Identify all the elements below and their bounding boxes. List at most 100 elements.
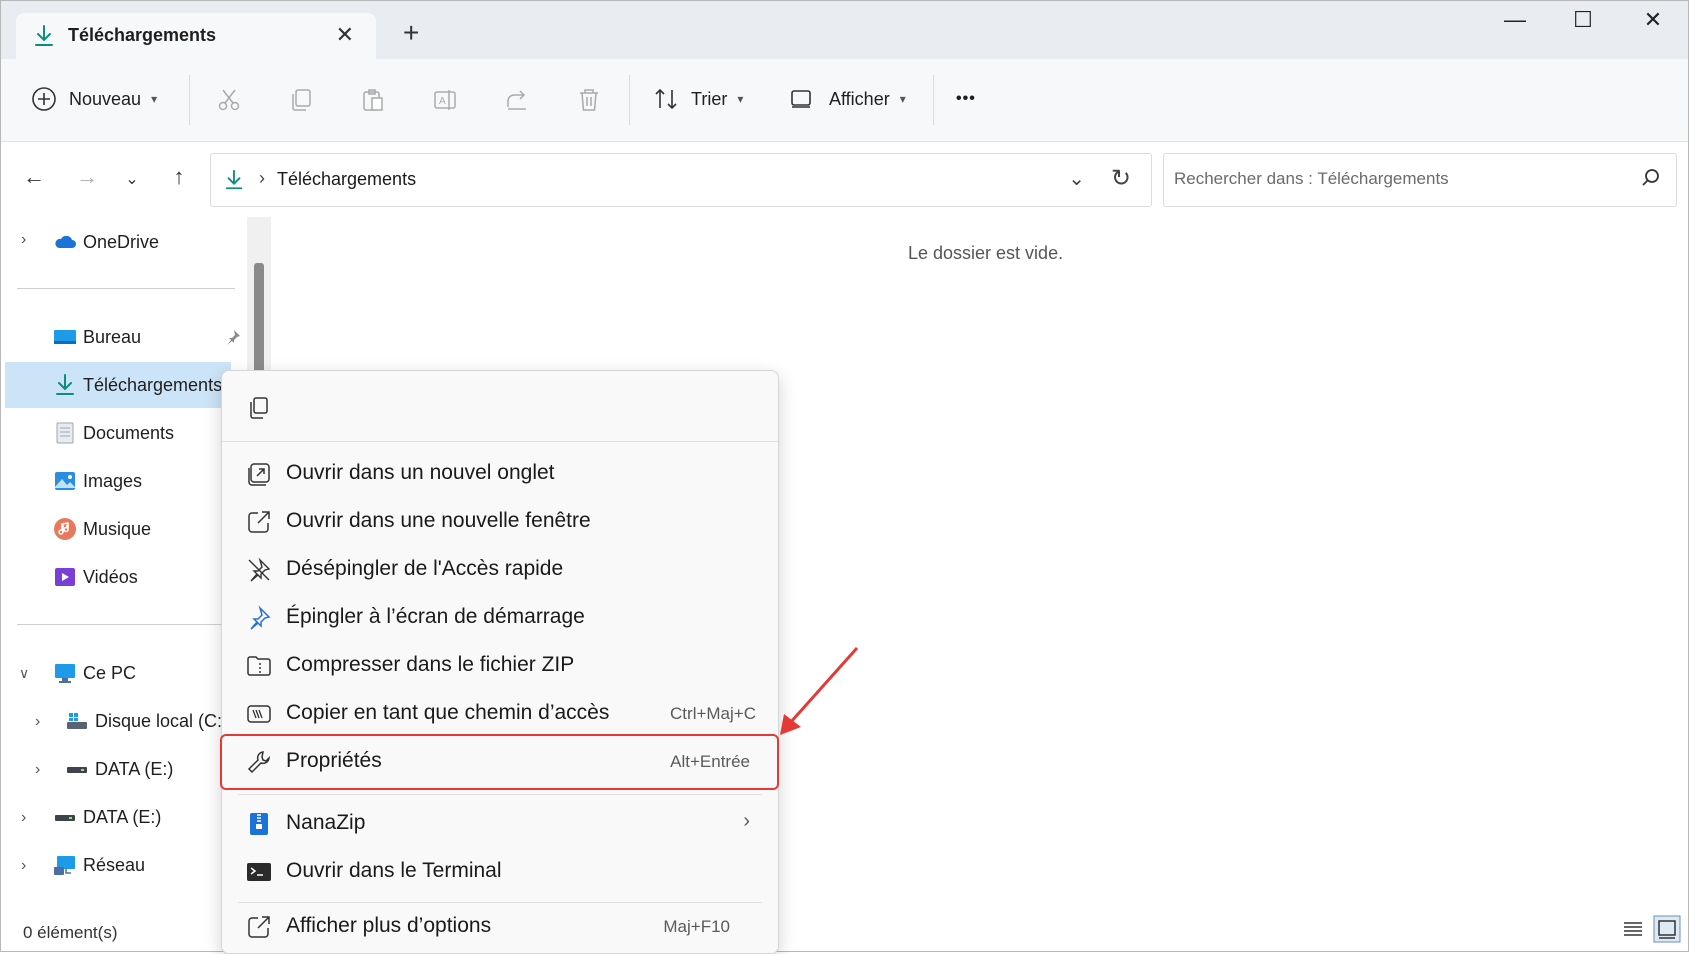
sidebar-item-label: DATA (E:) bbox=[95, 758, 174, 779]
menu-item-open-terminal[interactable]: Ouvrir dans le Terminal bbox=[222, 848, 778, 894]
menu-item-compress-zip[interactable]: Compresser dans le fichier ZIP bbox=[222, 642, 778, 688]
menu-divider bbox=[238, 794, 762, 795]
close-window-button[interactable]: ✕ bbox=[1633, 7, 1673, 33]
cut-icon[interactable] bbox=[216, 87, 242, 113]
menu-item-unpin-quick-access[interactable]: Désépingler de l'Accès rapide bbox=[222, 546, 778, 592]
details-view-icon[interactable] bbox=[1619, 915, 1647, 943]
sidebar-item-network[interactable]: Réseau bbox=[53, 845, 145, 885]
sidebar-item-this-pc[interactable]: Ce PC bbox=[53, 653, 136, 693]
more-options-icon bbox=[248, 916, 270, 938]
terminal-icon bbox=[247, 863, 271, 881]
expand-chevron-icon[interactable]: › bbox=[21, 857, 26, 875]
sidebar-item-label: Musique bbox=[83, 518, 152, 539]
sidebar-item-label: DATA (E:) bbox=[83, 806, 162, 827]
plus-circle-icon bbox=[32, 87, 56, 111]
sort-label: Trier bbox=[691, 88, 728, 109]
menu-item-nanazip[interactable]: NanaZip › bbox=[222, 800, 778, 846]
address-bar[interactable]: › Téléchargements ⌄ ↻ bbox=[210, 153, 1152, 207]
view-label: Afficher bbox=[829, 88, 890, 109]
copy-icon[interactable] bbox=[288, 87, 314, 113]
menu-item-copy-path[interactable]: Copier en tant que chemin d’accès Ctrl+M… bbox=[222, 690, 778, 736]
new-label: Nouveau bbox=[69, 88, 142, 109]
expand-chevron-icon[interactable]: › bbox=[35, 761, 40, 779]
forward-button[interactable]: → bbox=[72, 164, 102, 190]
sort-button[interactable]: Trier ▾ bbox=[653, 79, 743, 119]
download-icon bbox=[56, 374, 74, 395]
sidebar-item-label: Téléchargements bbox=[83, 374, 223, 395]
sort-icon bbox=[655, 88, 677, 110]
view-button[interactable]: Afficher ▾ bbox=[789, 79, 906, 119]
expand-chevron-icon[interactable]: › bbox=[21, 231, 26, 249]
new-tab-button[interactable]: + bbox=[403, 19, 419, 47]
breadcrumb-telechargements[interactable]: Téléchargements bbox=[277, 169, 416, 190]
menu-item-more-options[interactable]: Afficher plus d’options Maj+F10 bbox=[222, 903, 778, 949]
menu-item-open-new-window[interactable]: Ouvrir dans une nouvelle fenêtre bbox=[222, 498, 778, 544]
menu-item-pin-start[interactable]: Épingler à l’écran de démarrage bbox=[222, 594, 778, 640]
music-icon bbox=[54, 518, 76, 540]
context-menu-quick-actions bbox=[222, 371, 778, 442]
chevron-down-icon: ▾ bbox=[899, 92, 906, 106]
sidebar-item-local-disk[interactable]: Disque local (C:) bbox=[65, 701, 228, 741]
expand-chevron-icon[interactable]: › bbox=[21, 809, 26, 827]
up-button[interactable]: ↑ bbox=[164, 164, 194, 190]
command-bar: Nouveau ▾ A Trier ▾ Afficher ▾ ••• bbox=[1, 59, 1688, 142]
sidebar-divider bbox=[17, 288, 235, 289]
pin-icon bbox=[250, 605, 271, 630]
recent-locations-button[interactable]: ⌄ bbox=[117, 169, 147, 189]
item-count: 0 élément(s) bbox=[23, 923, 118, 942]
menu-item-label: Compresser dans le fichier ZIP bbox=[286, 653, 575, 676]
zip-folder-icon bbox=[247, 656, 271, 676]
sidebar-item-documents[interactable]: Documents bbox=[53, 413, 174, 453]
address-dropdown-icon[interactable]: ⌄ bbox=[1068, 166, 1085, 191]
download-icon bbox=[225, 169, 243, 190]
sidebar-item-onedrive[interactable]: OneDrive bbox=[53, 222, 159, 262]
maximize-button[interactable]: ☐ bbox=[1563, 7, 1603, 33]
search-box[interactable]: Rechercher dans : Téléchargements bbox=[1163, 153, 1677, 207]
open-new-window-icon bbox=[248, 511, 270, 533]
sidebar-item-videos[interactable]: Vidéos bbox=[53, 557, 138, 597]
search-placeholder: Rechercher dans : Téléchargements bbox=[1174, 169, 1449, 188]
sidebar-item-images[interactable]: Images bbox=[53, 461, 142, 501]
sidebar-item-musique[interactable]: Musique bbox=[53, 509, 151, 549]
sidebar-item-data-e-nested[interactable]: DATA (E:) bbox=[65, 749, 173, 789]
sidebar-scrollbar-thumb[interactable] bbox=[254, 263, 264, 373]
copy-icon[interactable] bbox=[246, 395, 270, 421]
tiles-view-icon[interactable] bbox=[1653, 915, 1681, 943]
toolbar-divider bbox=[629, 75, 630, 125]
menu-item-shortcut: Maj+F10 bbox=[663, 917, 730, 936]
chevron-down-icon: ▾ bbox=[151, 92, 158, 106]
nanazip-icon bbox=[250, 813, 268, 835]
back-button[interactable]: ← bbox=[19, 164, 49, 190]
tab-close-icon[interactable]: ✕ bbox=[336, 22, 354, 48]
share-icon[interactable] bbox=[504, 87, 530, 113]
collapse-chevron-icon[interactable]: ∨ bbox=[19, 665, 29, 682]
delete-icon[interactable] bbox=[576, 87, 602, 113]
menu-item-open-new-tab[interactable]: Ouvrir dans un nouvel onglet bbox=[222, 450, 778, 496]
expand-chevron-icon[interactable]: › bbox=[35, 713, 40, 731]
tab-telechargements[interactable]: Téléchargements ✕ bbox=[16, 13, 376, 59]
pin-icon[interactable] bbox=[225, 329, 241, 345]
submenu-arrow-icon: › bbox=[743, 810, 750, 832]
open-new-tab-icon bbox=[248, 463, 270, 486]
drive-icon bbox=[67, 713, 87, 729]
sidebar-item-bureau[interactable]: Bureau bbox=[53, 317, 141, 357]
paste-icon[interactable] bbox=[360, 87, 386, 113]
view-icon bbox=[791, 90, 811, 108]
rename-icon[interactable]: A bbox=[432, 87, 458, 113]
menu-item-label: Ouvrir dans une nouvelle fenêtre bbox=[286, 509, 591, 532]
unpin-icon bbox=[248, 557, 271, 582]
video-icon bbox=[55, 568, 75, 586]
minimize-button[interactable]: — bbox=[1495, 7, 1535, 33]
menu-item-label: Épingler à l’écran de démarrage bbox=[286, 605, 585, 628]
refresh-icon[interactable]: ↻ bbox=[1111, 164, 1131, 193]
sidebar-item-data-e[interactable]: DATA (E:) bbox=[53, 797, 161, 837]
new-button[interactable]: Nouveau ▾ bbox=[31, 79, 157, 119]
network-icon bbox=[54, 856, 75, 875]
sidebar-item-label: Vidéos bbox=[83, 566, 138, 587]
sidebar-item-label: Images bbox=[83, 470, 143, 491]
toolbar-divider bbox=[189, 75, 190, 125]
sidebar-item-telechargements[interactable]: Téléchargements bbox=[53, 365, 222, 405]
document-icon bbox=[56, 422, 74, 444]
sidebar-item-label: Ce PC bbox=[83, 662, 137, 683]
more-options-button[interactable]: ••• bbox=[956, 79, 976, 119]
